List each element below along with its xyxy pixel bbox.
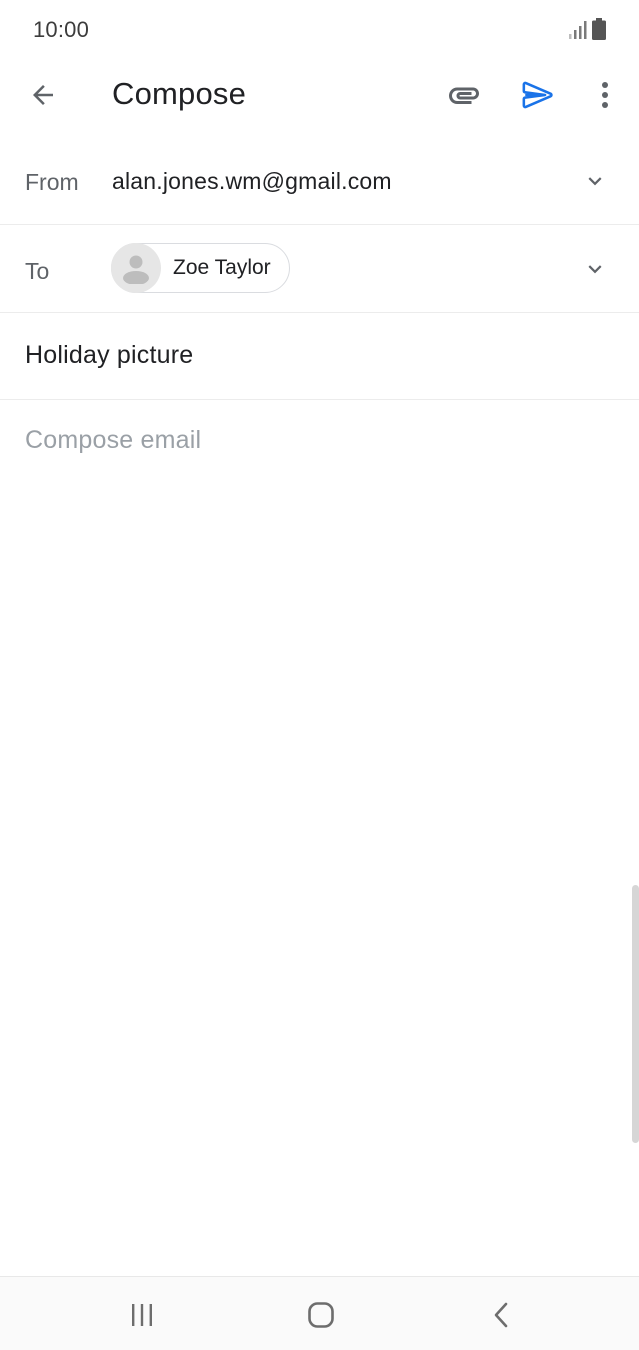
from-row: From alan.jones.wm@gmail.com [0, 138, 639, 225]
to-label: To [25, 258, 50, 284]
from-account[interactable]: alan.jones.wm@gmail.com [112, 168, 392, 195]
nav-back-button[interactable] [481, 1295, 521, 1335]
from-expand-button[interactable] [580, 166, 610, 196]
more-vert-icon [602, 82, 608, 108]
paperclip-icon [449, 87, 479, 104]
nav-back-icon [494, 1302, 508, 1328]
person-icon [123, 255, 149, 284]
status-bar: 10:00 [0, 0, 639, 60]
battery-icon [592, 18, 606, 40]
subject-row[interactable]: Holiday picture [0, 313, 639, 400]
avatar [111, 243, 161, 293]
body-field[interactable]: Compose email [0, 400, 639, 1275]
page-title: Compose [112, 76, 247, 111]
chevron-down-icon [588, 265, 602, 274]
recents-button[interactable] [122, 1295, 162, 1335]
status-time: 10:00 [33, 17, 90, 42]
more-options-button[interactable] [586, 72, 624, 118]
recipient-chip[interactable]: Zoe Taylor [111, 243, 290, 293]
arrow-back-icon [33, 85, 53, 105]
to-row: To Zoe Taylor [0, 225, 639, 313]
scrollbar[interactable] [632, 885, 639, 1143]
attach-button[interactable] [440, 72, 488, 118]
navigation-bar [0, 1276, 639, 1350]
home-button[interactable] [301, 1295, 341, 1335]
back-button[interactable] [20, 72, 66, 118]
send-icon [522, 81, 553, 109]
send-button[interactable] [514, 72, 562, 118]
chevron-down-icon [588, 177, 602, 186]
from-label: From [25, 169, 79, 195]
compose-screen: 10:00 Compose From alan.jones.wm@gmail.c… [0, 0, 639, 1350]
body-placeholder: Compose email [25, 426, 202, 454]
recents-icon [132, 1304, 152, 1326]
toolbar: Compose [0, 60, 639, 130]
subject-field[interactable]: Holiday picture [25, 341, 193, 370]
signal-icon [569, 21, 587, 39]
to-expand-button[interactable] [580, 254, 610, 284]
recipient-name: Zoe Taylor [173, 256, 271, 279]
home-icon [308, 1302, 334, 1328]
